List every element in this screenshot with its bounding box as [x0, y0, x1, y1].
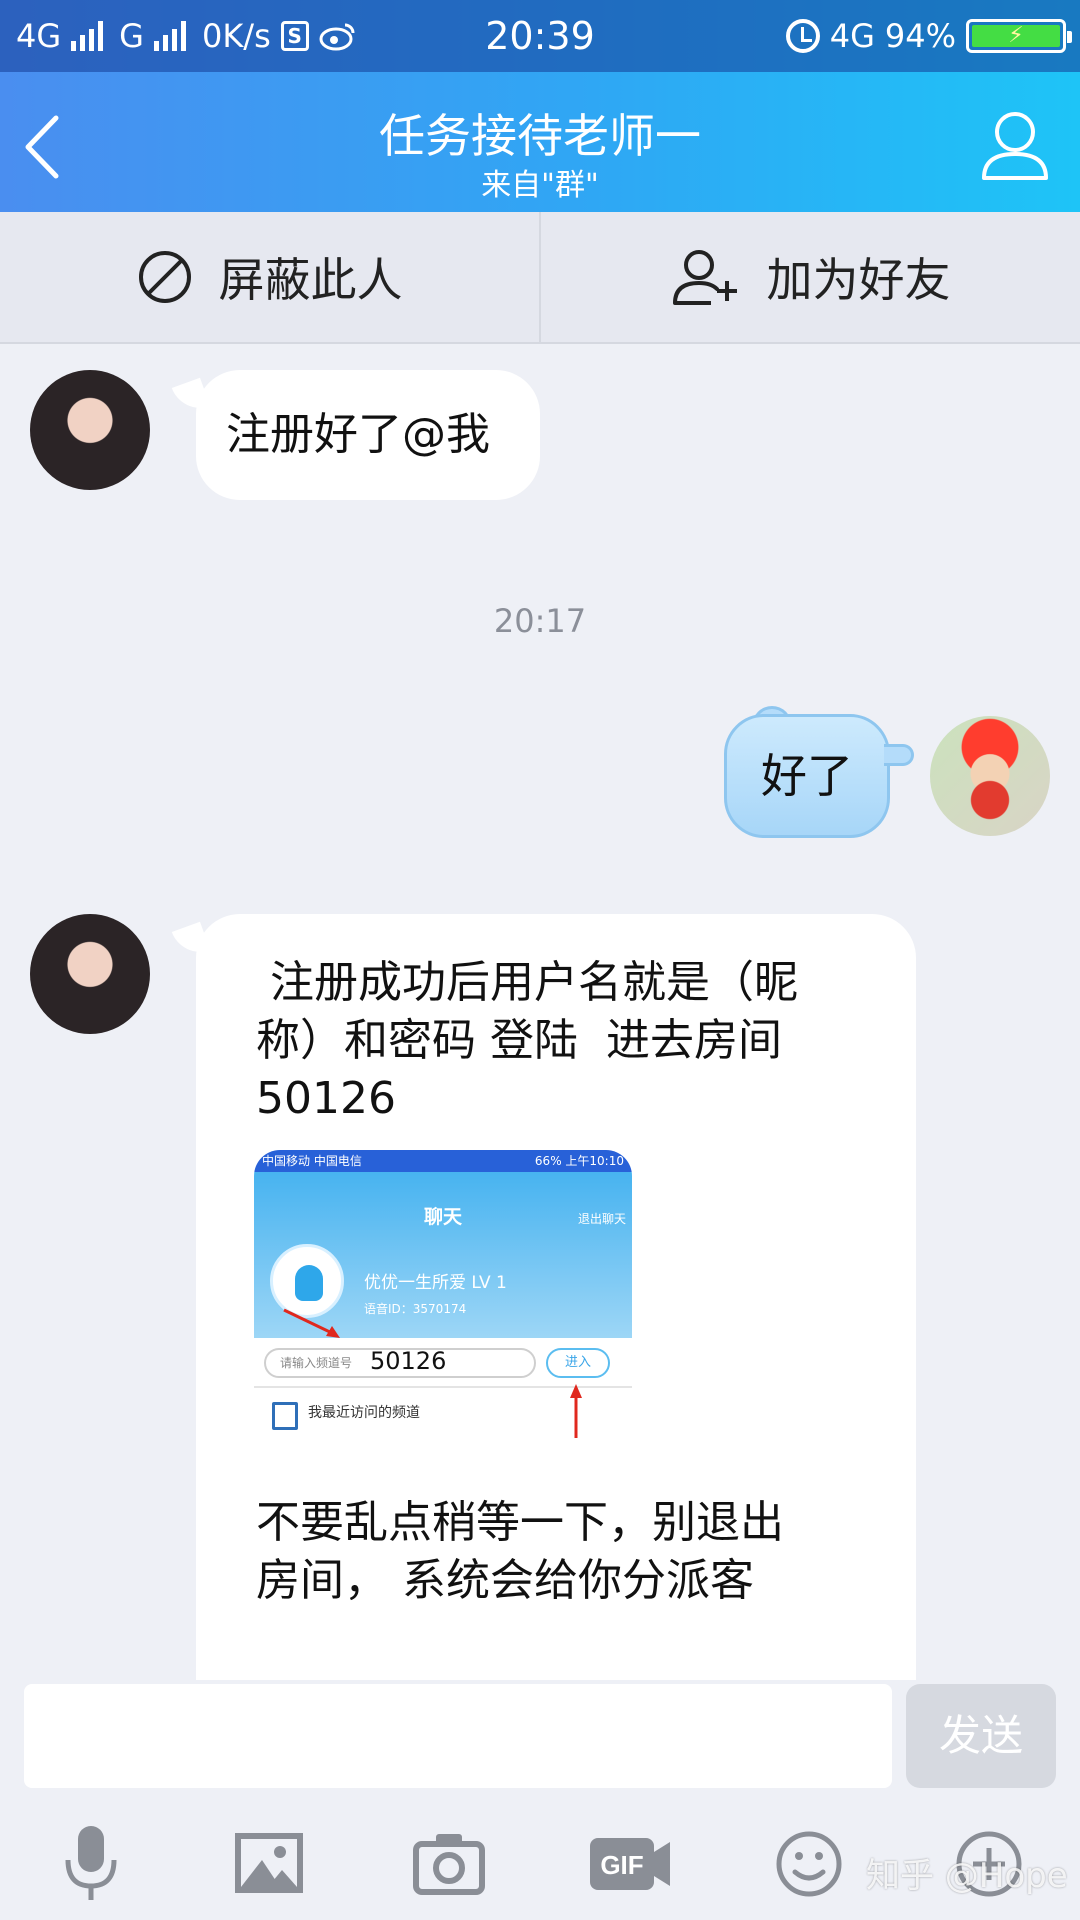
embedded-channel-row: 请输入频道号 50126 进入	[254, 1338, 632, 1388]
message-line: 称）和密码 登陆 进去房间	[256, 1015, 782, 1066]
avatar[interactable]	[30, 370, 150, 490]
avatar[interactable]	[30, 914, 150, 1034]
battery-percent: 94%	[884, 17, 956, 55]
status-bar: 4G G 0K/s S 20:39 4G 94% ⚡	[0, 0, 1080, 72]
block-user-label: 屏蔽此人	[218, 253, 403, 307]
message-line: 不要乱点稍等一下，别退出	[256, 1497, 784, 1548]
block-user-button[interactable]: 屏蔽此人	[0, 212, 539, 342]
embedded-title: 聊天	[423, 1206, 462, 1228]
message-bubble-incoming[interactable]: 注册成功后用户名就是（昵 称）和密码 登陆 进去房间 50126 中国移动 中国…	[196, 914, 916, 1680]
send-button[interactable]: 发送	[906, 1684, 1056, 1788]
message-input[interactable]	[24, 1684, 892, 1788]
emoji-icon[interactable]	[764, 1824, 854, 1904]
embedded-avatar	[270, 1244, 344, 1318]
message-timestamp: 20:17	[493, 602, 587, 640]
block-icon	[138, 251, 191, 303]
network-type-3: 4G	[829, 17, 875, 55]
embedded-profile-banner: 聊天 退出聊天 优优一生所爱 LV 1 语音ID：3570174	[254, 1172, 632, 1338]
chat-messages[interactable]: 注册好了@我 20:17 好了 注册成功后用户名就是（昵 称）和密码 登陆 进去…	[0, 344, 1080, 1680]
microphone-icon[interactable]	[46, 1824, 136, 1904]
alarm-icon	[785, 19, 820, 53]
action-bar: 屏蔽此人 加为好友	[0, 212, 1080, 344]
embedded-status-left: 中国移动 中国电信	[262, 1154, 362, 1168]
message-line: 房间， 系统会给你分派客	[256, 1555, 754, 1606]
profile-icon[interactable]	[980, 108, 1050, 182]
page-title: 任务接待老师一	[379, 109, 701, 163]
message-line: 50126	[256, 1073, 396, 1124]
embedded-exit-label: 退出聊天	[577, 1212, 626, 1226]
image-icon[interactable]	[224, 1824, 314, 1904]
message-line: 不要乱点稍等一下，别退出 房间， 系统会给你分派客	[256, 1494, 876, 1610]
message-bubble-outgoing[interactable]: 好了	[724, 714, 890, 838]
add-friend-label: 加为好友	[766, 253, 951, 307]
bubble-tail	[884, 744, 914, 766]
add-friend-button[interactable]: 加为好友	[539, 212, 1080, 342]
composer: 发送	[0, 1680, 1080, 1790]
embedded-user-id: 语音ID：3570174	[364, 1302, 467, 1316]
page-subtitle: 来自"群"	[481, 168, 599, 203]
embedded-enter-button: 进入	[546, 1348, 610, 1378]
arrow-icon	[283, 1308, 340, 1338]
embedded-channel-input: 请输入频道号 50126	[264, 1348, 536, 1378]
embedded-screenshot[interactable]: 中国移动 中国电信 66% 上午10:10 聊天 退出聊天 优优一生所爱 LV …	[254, 1150, 632, 1442]
arrow-icon	[570, 1384, 582, 1438]
battery-icon: ⚡	[966, 19, 1072, 53]
message-bubble-incoming[interactable]: 注册好了@我	[196, 370, 540, 500]
gif-label: GIF	[600, 1850, 643, 1880]
embedded-input-placeholder: 请输入频道号	[280, 1356, 353, 1370]
my-avatar[interactable]	[930, 716, 1050, 836]
add-friend-icon	[672, 250, 737, 305]
embedded-status-right: 66% 上午10:10	[534, 1154, 624, 1168]
embedded-status-bar: 中国移动 中国电信 66% 上午10:10	[254, 1150, 632, 1172]
camera-icon[interactable]	[404, 1824, 494, 1904]
embedded-input-value: 50126	[370, 1347, 447, 1375]
chat-header: 4G G 0K/s S 20:39 4G 94% ⚡ 任务接待老师一 来自"群"	[0, 0, 1080, 212]
message-line: 注册成功后用户名就是（昵	[256, 957, 798, 1008]
watermark: 知乎 @Hope	[866, 1856, 1068, 1896]
gif-icon[interactable]: GIF	[584, 1824, 674, 1904]
